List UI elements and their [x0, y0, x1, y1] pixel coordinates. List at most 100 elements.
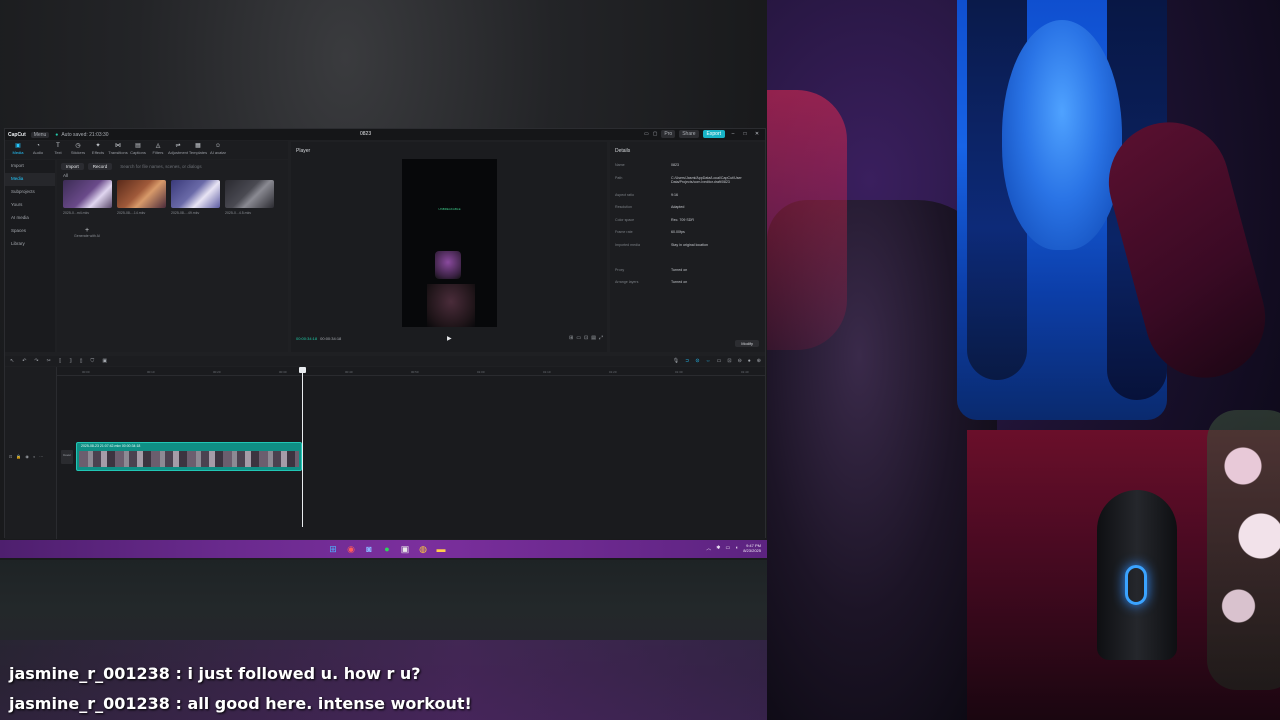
tab-audio[interactable]: ◔ Audio [29, 141, 47, 159]
media-clip[interactable]: 2025-0...4.5.mkv [225, 180, 274, 215]
redo-icon[interactable]: ↷ [34, 358, 38, 364]
layout-icon[interactable]: ▭ [644, 131, 649, 137]
playhead[interactable] [302, 367, 303, 527]
sidebar-item-spaces[interactable]: Spaces [5, 225, 55, 238]
shield-icon[interactable]: ⛉ [91, 358, 95, 364]
menu-button[interactable]: Menu [30, 131, 50, 138]
track-lock2-icon[interactable]: 🔒 [16, 454, 21, 459]
select-tool-icon[interactable]: ↖ [10, 358, 14, 364]
titlebar-actions: ▭ ▢ Pro Share Export – □ ✕ [644, 130, 761, 138]
track-visibility-icon[interactable]: ◉ [25, 454, 29, 459]
tab-templates[interactable]: ▦ Templates [189, 141, 207, 159]
media-clip[interactable]: 2025-08-...14.mkv [117, 180, 166, 215]
split-left-icon[interactable]: ⟦ [59, 358, 61, 364]
timeline-toolbar-right: 🎙 ⊃ ⊙ ⇔ ▭ ⊡ ⊖ ● ⊕ [673, 358, 761, 364]
search-input[interactable]: Search for file names, scenes, or dialog… [120, 164, 201, 169]
fullscreen-icon[interactable]: ⤢ [599, 335, 603, 341]
zoom-slider[interactable]: ● [748, 358, 751, 364]
media-grid: 2025-0...m4.mkv 2025-08-...14.mkv 2025-0… [57, 178, 288, 217]
total-time: 00:00:34:18 [320, 335, 342, 341]
windows-start-icon[interactable]: ⊞ [328, 544, 338, 554]
tab-media[interactable]: ▣ Media [9, 141, 27, 159]
quality-icon[interactable]: ▤ [591, 335, 596, 341]
play-icon[interactable]: ▶ [447, 335, 452, 342]
record-button[interactable]: Record [87, 163, 113, 170]
detail-row: Arrange layers Turned on [615, 280, 688, 284]
undo-icon[interactable]: ↶ [22, 358, 26, 364]
tab-stickers[interactable]: ◷ Stickers [69, 141, 87, 159]
media-clip[interactable]: 2025-0...m4.mkv [63, 180, 112, 215]
autosave-icon: ● [55, 131, 59, 138]
video-preview[interactable]: UNBREAKABLE [402, 159, 497, 327]
pro-button[interactable]: Pro [661, 130, 676, 138]
zoom-icon[interactable]: ⊡ [584, 335, 588, 341]
media-clip[interactable]: 2025-08-...49.mkv [171, 180, 220, 215]
shortcut-icon[interactable]: ▢ [653, 131, 658, 137]
sidebar-item-ai-media[interactable]: AI media [5, 212, 55, 225]
zoom-in-icon[interactable]: ⊕ [757, 358, 761, 364]
system-tray: ︿ ✱ ▭ ◖ 9:47 PM 8/23/2025 [706, 543, 761, 553]
details-panel: Details Name 0823 Path C:/Users/Jasmi/AppD… [610, 142, 765, 352]
sidebar-item-library[interactable]: Library [5, 238, 55, 251]
import-button[interactable]: Import [61, 163, 84, 170]
magnet-icon[interactable]: ⊃ [685, 358, 689, 364]
frame-icon[interactable]: ▣ [102, 358, 107, 364]
track-audio-icon[interactable]: ◖ [33, 454, 35, 459]
crop-icon[interactable]: ⊞ [569, 335, 573, 341]
bluetooth-icon[interactable]: ✱ [716, 545, 720, 551]
close-icon[interactable]: ✕ [753, 131, 761, 137]
caption-icon[interactable]: ▭ [717, 358, 722, 364]
tab-captions[interactable]: ▤ Captions [129, 141, 147, 159]
share-button[interactable]: Share [679, 130, 699, 138]
split-icon[interactable]: ✂ [47, 358, 51, 364]
fit-icon[interactable]: ⊡ [727, 358, 731, 364]
chat-username: jasmine_r_001238 [9, 664, 170, 683]
timeline-ruler[interactable]: 00:00 00:10 00:20 00:30 00:40 00:50 01:0… [57, 367, 765, 376]
track-lock-icon[interactable]: ⊡ [9, 454, 12, 459]
obs-icon[interactable]: ◉ [346, 544, 356, 554]
cover-button[interactable]: Cover [61, 450, 73, 464]
captions-icon: ▤ [135, 143, 141, 149]
tab-filters[interactable]: ◬ Filters [149, 141, 167, 159]
tab-effects[interactable]: ✦ Effects [89, 141, 107, 159]
timeline-clip[interactable]: 2025-08-23 21:07:42.mkv 00:00:34:18 [76, 442, 302, 471]
sidebar-item-yours[interactable]: Yours [5, 199, 55, 212]
discord-icon[interactable]: ◙ [364, 544, 374, 554]
sidebar-item-media[interactable]: Media [5, 173, 55, 186]
file-explorer-icon[interactable]: ▬ [436, 544, 446, 554]
delete-icon[interactable]: ▯ [80, 358, 83, 364]
export-button[interactable]: Export [702, 130, 725, 138]
zoom-out-icon[interactable]: ⊖ [738, 358, 742, 364]
generate-ai-card[interactable]: + Generate with AI [67, 227, 107, 238]
chat-message: jasmine_r_001238 : all good here. intens… [9, 694, 472, 713]
media-icon: ▣ [15, 143, 21, 149]
tab-ai-avatar[interactable]: ☺ AI avatar [209, 141, 227, 159]
capcut-icon[interactable]: ▣ [400, 544, 410, 554]
chat-text: i just followed u. how r u? [187, 664, 421, 683]
spotify-icon[interactable]: ● [382, 544, 392, 554]
network-icon[interactable]: ▭ [725, 545, 730, 551]
track-header: ⊡ 🔒 ◉ ◖ ⋯ [5, 367, 57, 539]
detail-row: Aspect ratio 9:16 [615, 192, 678, 197]
chrome-icon[interactable]: ◍ [418, 544, 428, 554]
ratio-icon[interactable]: ▭ [576, 335, 581, 341]
sidebar-item-import[interactable]: Import [5, 160, 55, 173]
system-clock[interactable]: 9:47 PM 8/23/2025 [743, 543, 761, 553]
player-controls: 00:00:34:18 00:00:34:18 ▶ ⊞ ▭ ⊡ ▤ ⤢ [291, 332, 607, 344]
volume-icon[interactable]: ◖ [735, 545, 738, 551]
chevron-up-icon[interactable]: ︿ [706, 545, 711, 552]
track-controls: ⊡ 🔒 ◉ ◖ ⋯ [9, 454, 43, 459]
sidebar-item-subprojects[interactable]: Subprojects [5, 186, 55, 199]
tab-adjustment[interactable]: ⇌ Adjustment [168, 141, 188, 159]
minimize-icon[interactable]: – [729, 131, 737, 137]
maximize-icon[interactable]: □ [741, 131, 749, 137]
detail-row: Color space Rec. 709 SDR [615, 217, 694, 222]
preview-axis-icon[interactable]: ⇔ [706, 358, 711, 364]
mic-icon[interactable]: 🎙 [673, 358, 679, 364]
track-more-icon[interactable]: ⋯ [39, 454, 43, 459]
link-icon[interactable]: ⊙ [695, 358, 699, 364]
modify-button[interactable]: Modify [735, 340, 759, 347]
tab-text[interactable]: T Text [49, 141, 67, 159]
split-right-icon[interactable]: ⟧ [69, 358, 71, 364]
tab-transitions[interactable]: ⋈ Transitions [108, 141, 127, 159]
